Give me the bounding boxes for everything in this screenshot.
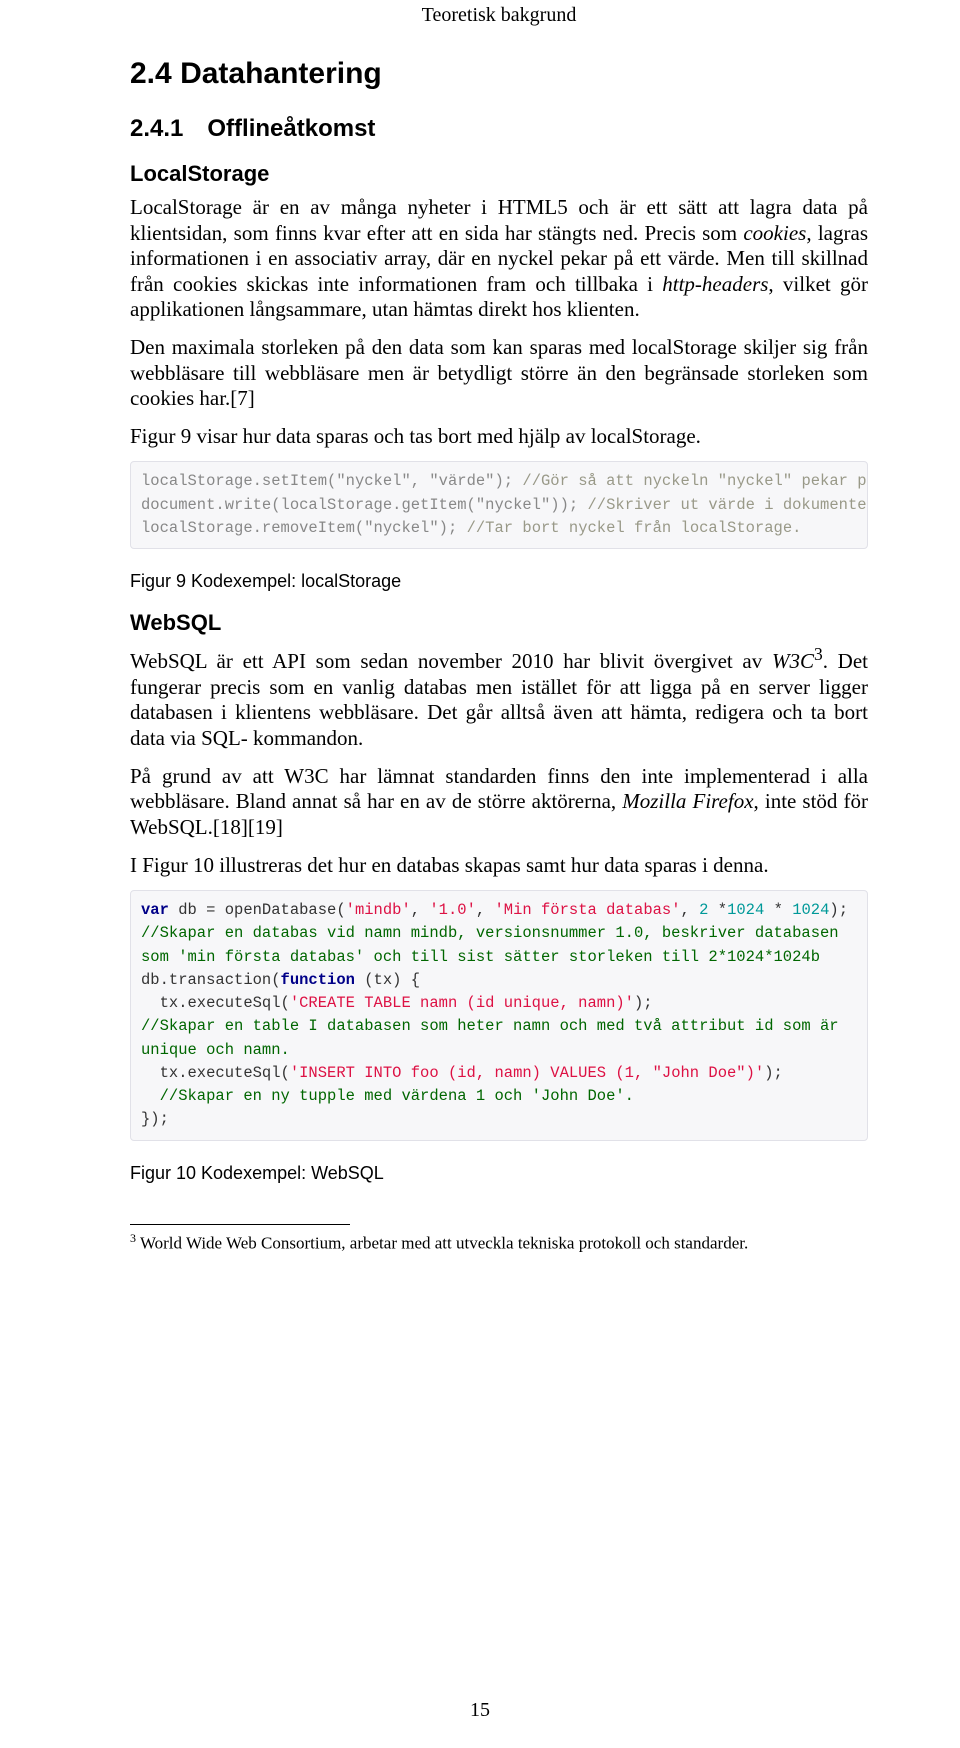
- paragraph: LocalStorage är en av många nyheter i HT…: [130, 195, 868, 323]
- code: );: [764, 1064, 783, 1082]
- code: ,: [476, 901, 495, 919]
- code-comment: //Skriver ut värde i dokumentet.: [588, 496, 869, 514]
- subsection-number: 2.4.1: [130, 115, 183, 143]
- code-keyword: var: [141, 901, 169, 919]
- code-string: "nyckel": [336, 472, 410, 490]
- paragraph: I Figur 10 illustreras det hur en databa…: [130, 853, 868, 879]
- code-string: 'Min första databas': [495, 901, 681, 919]
- footnote-rule: [130, 1224, 350, 1225]
- code: );: [439, 519, 467, 537]
- code: *: [764, 901, 783, 919]
- code: tx.executeSql(: [141, 994, 290, 1012]
- code: db.transaction(: [141, 971, 281, 989]
- code-comment: //Skapar en table I databasen som heter …: [141, 1017, 848, 1058]
- section-number: 2.4: [130, 57, 172, 90]
- code: ));: [550, 496, 587, 514]
- code: localStorage.removeItem(: [141, 519, 364, 537]
- code-block-websql: var db = openDatabase('mindb', '1.0', 'M…: [130, 890, 868, 1141]
- code: );: [495, 472, 523, 490]
- italic-text: W3C: [772, 649, 814, 673]
- code: ,: [681, 901, 700, 919]
- code-string: '1.0': [429, 901, 476, 919]
- code: tx.executeSql(: [141, 1064, 290, 1082]
- code-comment: //Skapar en ny tupple med värdena 1 och …: [141, 1087, 634, 1105]
- running-header: Teoretisk bakgrund: [130, 0, 868, 27]
- code: ,: [411, 472, 430, 490]
- footnote-ref: 3: [814, 644, 823, 664]
- figure-caption: Figur 10 Kodexempel: WebSQL: [130, 1163, 868, 1184]
- code-comment: //Gör så att nyckeln "nyckel" pekar på v…: [522, 472, 868, 490]
- code-string: 'INSERT INTO foo (id, namn) VALUES (1, "…: [290, 1064, 764, 1082]
- code-block-localstorage: localStorage.setItem("nyckel", "värde");…: [130, 461, 868, 549]
- code-string: "nyckel": [364, 519, 438, 537]
- paragraph: Den maximala storleken på den data som k…: [130, 335, 868, 412]
- italic-text: http-headers: [662, 272, 768, 296]
- code-string: 'mindb': [346, 901, 411, 919]
- code: });: [141, 1110, 169, 1128]
- code: );: [829, 901, 848, 919]
- code: (tx) {: [355, 971, 420, 989]
- text: WebSQL är ett API som sedan november 201…: [130, 649, 772, 673]
- footnote: 3 World Wide Web Consortium, arbetar med…: [130, 1231, 868, 1255]
- paragraph: Figur 9 visar hur data sparas och tas bo…: [130, 424, 868, 450]
- page-number: 15: [0, 1699, 960, 1722]
- code: );: [634, 994, 653, 1012]
- italic-text: cookies: [743, 221, 806, 245]
- section-title: Datahantering: [180, 57, 382, 90]
- code-keyword: function: [281, 971, 355, 989]
- code: ,: [411, 901, 430, 919]
- code-comment: //Skapar en databas vid namn mindb, vers…: [141, 924, 848, 965]
- code-string: 'CREATE TABLE namn (id unique, namn)': [290, 994, 634, 1012]
- subsection-heading: 2.4.1 Offlineåtkomst: [130, 115, 868, 143]
- italic-text: Mozilla Firefox: [622, 789, 753, 813]
- code-number: 1024: [727, 901, 764, 919]
- code-comment: //Tar bort nyckel från localStorage.: [467, 519, 802, 537]
- code: db = openDatabase(: [169, 901, 346, 919]
- code: *: [708, 901, 727, 919]
- code: localStorage.setItem(: [141, 472, 336, 490]
- code-string: "nyckel": [476, 496, 550, 514]
- footnote-text: World Wide Web Consortium, arbetar med a…: [136, 1233, 748, 1252]
- code-number: 1024: [783, 901, 830, 919]
- topic-heading-websql: WebSQL: [130, 610, 868, 636]
- paragraph: WebSQL är ett API som sedan november 201…: [130, 644, 868, 751]
- subsection-title: Offlineåtkomst: [207, 115, 375, 142]
- figure-caption: Figur 9 Kodexempel: localStorage: [130, 571, 868, 592]
- topic-heading-localstorage: LocalStorage: [130, 161, 868, 187]
- section-heading: 2.4 Datahantering: [130, 57, 868, 91]
- paragraph: På grund av att W3C har lämnat standarde…: [130, 764, 868, 841]
- code-string: "värde": [429, 472, 494, 490]
- code: document.write(localStorage.getItem(: [141, 496, 476, 514]
